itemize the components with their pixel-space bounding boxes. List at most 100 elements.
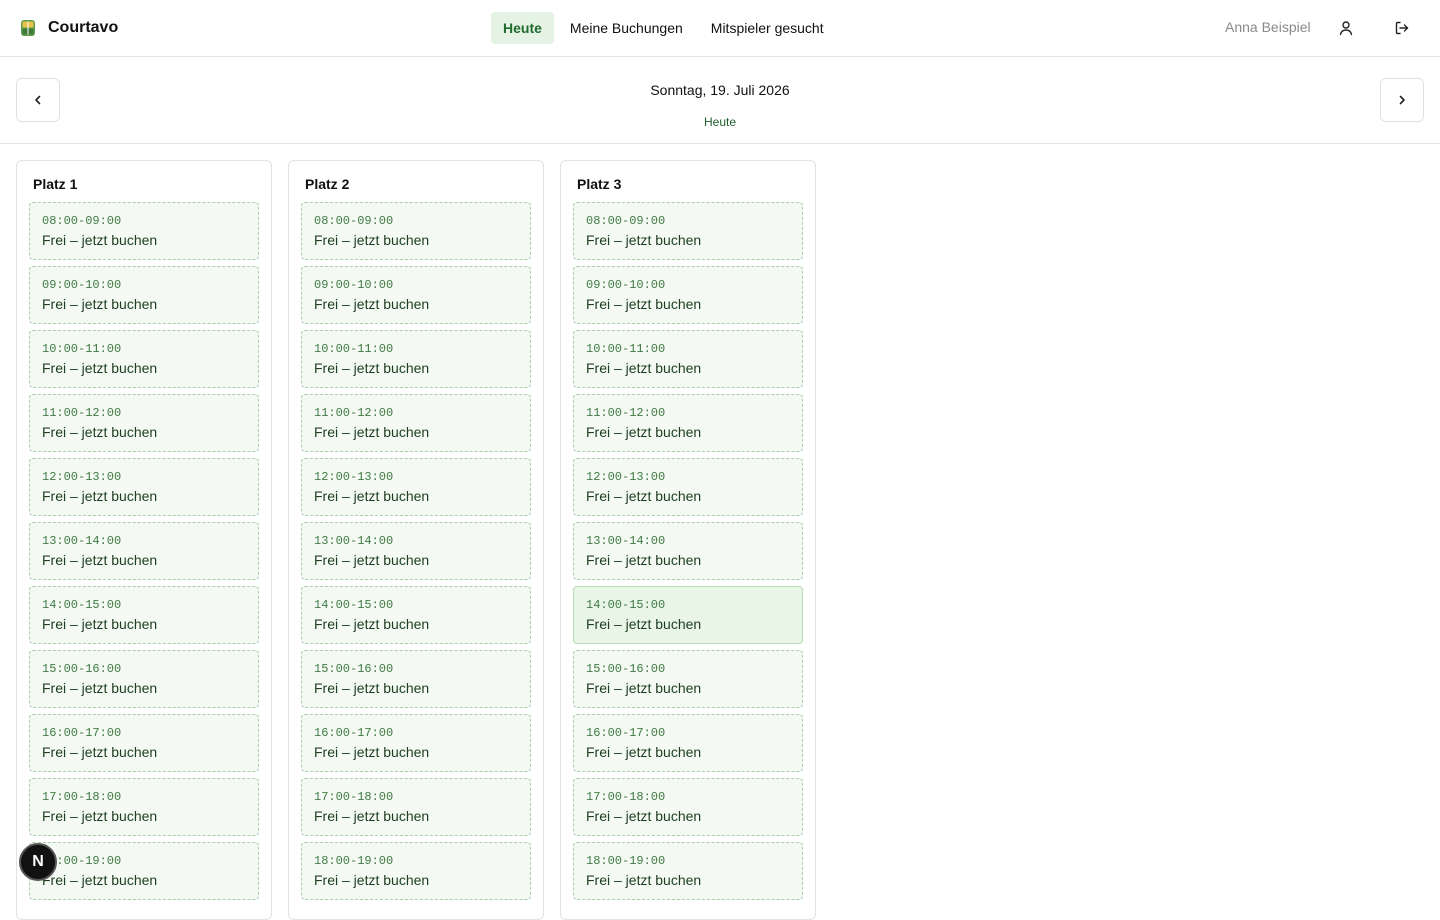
time-slot[interactable]: 08:00-09:00 Frei – jetzt buchen [573,202,803,260]
time-slot[interactable]: 16:00-17:00 Frei – jetzt buchen [301,714,531,772]
slot-time: 12:00-13:00 [42,470,122,484]
slot-time: 15:00-16:00 [314,662,394,676]
slot-time: 13:00-14:00 [314,534,394,548]
slot-time: 14:00-15:00 [586,598,666,612]
time-slot[interactable]: 15:00-16:00 Frei – jetzt buchen [573,650,803,708]
time-slot[interactable]: 12:00-13:00 Frei – jetzt buchen [301,458,531,516]
court-column: Platz 2 08:00-09:00 Frei – jetzt buchen 09:… [288,160,544,920]
time-slot[interactable]: 13:00-14:00 Frei – jetzt buchen [573,522,803,580]
time-slot[interactable]: 09:00-10:00 Frei – jetzt buchen [573,266,803,324]
slot-time: 09:00-10:00 [586,278,666,292]
slot-status: Frei – jetzt buchen [314,360,430,376]
slot-time: 17:00-18:00 [314,790,394,804]
court-column: Platz 3 08:00-09:00 Frei – jetzt buchen 09:… [560,160,816,920]
slot-status: Frei – jetzt buchen [42,232,158,248]
time-slot[interactable]: 14:00-15:00 Frei – jetzt buchen [301,586,531,644]
time-slot[interactable]: 18:00-19:00 Frei – jetzt buchen [573,842,803,900]
slot-status: Frei – jetzt buchen [586,680,702,696]
slot-time: 16:00-17:00 [42,726,122,740]
slot-status: Frei – jetzt buchen [42,808,158,824]
dev-tools-badge[interactable]: N [19,843,57,881]
time-slot[interactable]: 17:00-18:00 Frei – jetzt buchen [29,778,259,836]
time-slot[interactable]: 16:00-17:00 Frei – jetzt buchen [29,714,259,772]
slot-time: 17:00-18:00 [586,790,666,804]
date-navigation: Sonntag, 19. Juli 2026 Heute [0,57,1440,144]
court-column: Platz 1 08:00-09:00 Frei – jetzt buchen 09:… [16,160,272,920]
slot-status: Frei – jetzt buchen [314,424,430,440]
time-slot[interactable]: 18:00-19:00 Frei – jetzt buchen [301,842,531,900]
slot-status: Frei – jetzt buchen [586,360,702,376]
slot-time: 11:00-12:00 [314,406,394,420]
court-title: Platz 1 [33,176,78,192]
time-slot[interactable]: 08:00-09:00 Frei – jetzt buchen [29,202,259,260]
slot-time: 16:00-17:00 [314,726,394,740]
slot-time: 08:00-09:00 [42,214,122,228]
slot-time: 17:00-18:00 [42,790,122,804]
brand[interactable]: Courtavo [20,17,118,39]
time-slot[interactable]: 10:00-11:00 Frei – jetzt buchen [29,330,259,388]
slot-status: Frei – jetzt buchen [586,232,702,248]
slot-time: 08:00-09:00 [314,214,394,228]
relative-date: Heute [703,115,737,129]
slot-time: 16:00-17:00 [586,726,666,740]
slot-time: 11:00-12:00 [42,406,122,420]
slot-status: Frei – jetzt buchen [586,488,702,504]
time-slot[interactable]: 09:00-10:00 Frei – jetzt buchen [29,266,259,324]
slot-time: 15:00-16:00 [586,662,666,676]
logout-icon [1395,21,1409,35]
slot-time: 09:00-10:00 [42,278,122,292]
time-slot[interactable]: 08:00-09:00 Frei – jetzt buchen [301,202,531,260]
logout-button[interactable] [1390,16,1414,40]
chevron-left-icon [35,95,41,105]
time-slot[interactable]: 11:00-12:00 Frei – jetzt buchen [573,394,803,452]
slot-status: Frei – jetzt buchen [314,872,430,888]
previous-day-button[interactable] [16,78,60,122]
time-slot[interactable]: 12:00-13:00 Frei – jetzt buchen [29,458,259,516]
time-slot[interactable]: 16:00-17:00 Frei – jetzt buchen [573,714,803,772]
time-slot[interactable]: 09:00-10:00 Frei – jetzt buchen [301,266,531,324]
profile-button[interactable] [1334,16,1358,40]
slot-time: 12:00-13:00 [314,470,394,484]
slot-time: 12:00-13:00 [586,470,666,484]
slot-status: Frei – jetzt buchen [314,744,430,760]
slot-time: 08:00-09:00 [586,214,666,228]
nav-today[interactable]: Heute [491,12,554,44]
slot-time: 13:00-14:00 [42,534,122,548]
time-slot[interactable]: 10:00-11:00 Frei – jetzt buchen [573,330,803,388]
top-bar: Courtavo Heute Meine Buchungen Mitspiele… [0,0,1440,57]
slot-status: Frei – jetzt buchen [42,360,158,376]
time-slot[interactable]: 15:00-16:00 Frei – jetzt buchen [29,650,259,708]
slot-status: Frei – jetzt buchen [586,552,702,568]
main-nav: Heute Meine Buchungen Mitspieler gesucht [491,12,840,44]
slot-status: Frei – jetzt buchen [314,232,430,248]
time-slot[interactable]: 18:00-19:00 Frei – jetzt buchen [29,842,259,900]
slot-status: Frei – jetzt buchen [586,808,702,824]
chevron-right-icon [1399,95,1405,105]
slot-time: 14:00-15:00 [314,598,394,612]
slot-time: 18:00-19:00 [586,854,666,868]
slot-time: 15:00-16:00 [42,662,122,676]
time-slot[interactable]: 13:00-14:00 Frei – jetzt buchen [301,522,531,580]
nav-my-bookings[interactable]: Meine Buchungen [558,12,695,44]
time-slot[interactable]: 17:00-18:00 Frei – jetzt buchen [573,778,803,836]
slot-time: 10:00-11:00 [42,342,122,356]
time-slot[interactable]: 15:00-16:00 Frei – jetzt buchen [301,650,531,708]
time-slot[interactable]: 17:00-18:00 Frei – jetzt buchen [301,778,531,836]
slot-status: Frei – jetzt buchen [314,552,430,568]
slot-status: Frei – jetzt buchen [586,744,702,760]
user-icon [1339,21,1353,36]
time-slot[interactable]: 11:00-12:00 Frei – jetzt buchen [29,394,259,452]
time-slot[interactable]: 11:00-12:00 Frei – jetzt buchen [301,394,531,452]
court-title: Platz 2 [305,176,350,192]
time-slot[interactable]: 14:00-15:00 Frei – jetzt buchen [29,586,259,644]
slot-status: Frei – jetzt buchen [586,872,702,888]
time-slot[interactable]: 10:00-11:00 Frei – jetzt buchen [301,330,531,388]
nav-players-wanted[interactable]: Mitspieler gesucht [699,12,836,44]
next-day-button[interactable] [1380,78,1424,122]
time-slot[interactable]: 14:00-15:00 Frei – jetzt buchen [573,586,803,644]
slot-status: Frei – jetzt buchen [42,488,158,504]
slot-status: Frei – jetzt buchen [314,808,430,824]
time-slot[interactable]: 12:00-13:00 Frei – jetzt buchen [573,458,803,516]
time-slot[interactable]: 13:00-14:00 Frei – jetzt buchen [29,522,259,580]
slot-status: Frei – jetzt buchen [586,616,702,632]
